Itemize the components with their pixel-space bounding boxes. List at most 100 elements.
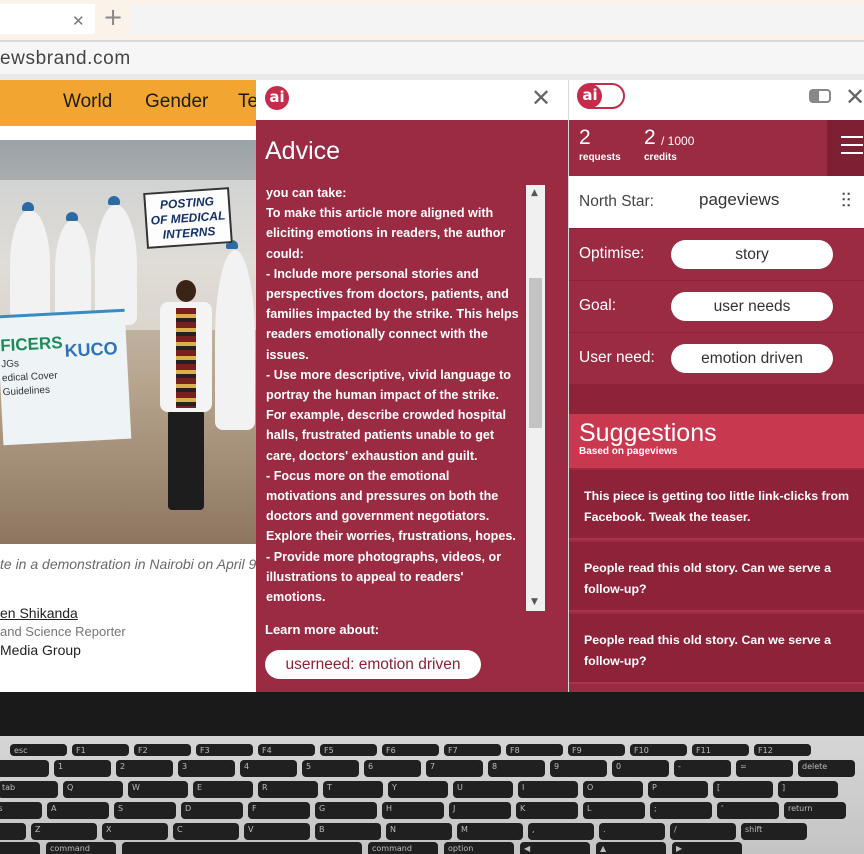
keyboard-key: 6 xyxy=(364,760,421,777)
keyboard-key: 2 xyxy=(116,760,173,777)
close-icon[interactable]: ✕ xyxy=(531,84,551,112)
keyboard-key: esc xyxy=(10,744,67,756)
address-bar[interactable]: ewsbrand.com xyxy=(0,42,864,74)
suggestion-item[interactable]: This piece is getting too little link-cl… xyxy=(569,470,864,540)
nav-item-te[interactable]: Te xyxy=(238,91,256,113)
suggestion-text: People read this old story. Can we serve… xyxy=(584,561,831,596)
keyboard-key: I xyxy=(518,781,578,798)
keyboard-key: F5 xyxy=(320,744,377,756)
laptop-keyboard: esc F1 F2 F3 F4 F5 F6 F7 F8 F9 F10 F11 F12 ` 123456789… xyxy=(0,736,864,854)
advice-text[interactable]: you can take: To make this article more … xyxy=(266,183,520,613)
keyboard-key: = xyxy=(736,760,793,777)
suggestions-header: Suggestions Based on pageviews xyxy=(569,414,864,468)
author-role: and Science Reporter xyxy=(0,624,126,639)
advice-scrollbar[interactable]: ▲ ▼ xyxy=(526,185,545,611)
credits-total: / 1000 xyxy=(661,134,695,148)
north-star-value[interactable]: pageviews xyxy=(699,190,779,210)
keyboard-key: F2 xyxy=(134,744,191,756)
keyboard-key: delete xyxy=(798,760,855,777)
keyboard-key: S xyxy=(114,802,176,819)
keyboard-key: F12 xyxy=(754,744,811,756)
close-icon[interactable]: ✕ xyxy=(845,83,864,111)
scrollbar-thumb[interactable] xyxy=(529,277,542,428)
requests-count: 2 xyxy=(579,126,591,149)
keyboard-key: L xyxy=(583,802,645,819)
keyboard-key: D xyxy=(181,802,243,819)
browser-tab[interactable]: ✕ xyxy=(0,4,95,34)
keyboard-key: Y xyxy=(388,781,448,798)
browser-tab-bar: ✕ + xyxy=(0,0,864,40)
plus-icon[interactable]: + xyxy=(103,3,123,31)
goal-label: Goal: xyxy=(579,297,617,314)
window-toggle-icon[interactable] xyxy=(809,89,831,103)
keyboard-key: Q xyxy=(63,781,123,798)
keyboard-key: F7 xyxy=(444,744,501,756)
optimise-label: Optimise: xyxy=(579,245,645,262)
author-name[interactable]: en Shikanda xyxy=(0,605,78,621)
user-need-label: User need: xyxy=(579,349,655,366)
protester-figure xyxy=(160,280,212,510)
advice-header: ai ✕ xyxy=(256,80,568,120)
scroll-down-icon[interactable]: ▼ xyxy=(531,597,538,607)
user-need-row: User need: emotion driven xyxy=(569,332,864,384)
keyboard-key: C xyxy=(173,823,239,840)
learn-more-link[interactable]: userneed: emotion driven xyxy=(265,650,481,679)
sliders-icon[interactable]: ⫶⫶ xyxy=(841,188,851,212)
keyboard-key: T xyxy=(323,781,383,798)
north-star-row: North Star: pageviews ⫶⫶ xyxy=(569,176,864,228)
close-icon[interactable]: ✕ xyxy=(72,12,85,30)
suggestion-item[interactable]: People read this old story. Can we serve… xyxy=(569,542,864,612)
keyboard-key: M xyxy=(457,823,523,840)
keyboard-key: H xyxy=(382,802,444,819)
photo-caption: te in a demonstration in Nairobi on Apri… xyxy=(0,556,256,572)
keyboard-key: shift xyxy=(741,823,807,840)
nav-item-world[interactable]: World xyxy=(63,91,112,113)
assistant-header: ai ✕ xyxy=(569,80,864,120)
learn-more-label: Learn more about: xyxy=(265,622,380,637)
article-photo: POSTING OF MEDICAL INTERNS FICERS KUCO J… xyxy=(0,140,256,544)
usage-stats: 2 requests 2 / 1000 credits xyxy=(569,120,864,176)
advice-panel: ai ✕ Advice you can take: To make this a… xyxy=(256,80,568,692)
keyboard-key: Z xyxy=(31,823,97,840)
keyboard-key: / xyxy=(670,823,736,840)
hamburger-icon xyxy=(841,136,863,138)
keyboard-key: E xyxy=(193,781,253,798)
keyboard-key: N xyxy=(386,823,452,840)
keyboard-key: 7 xyxy=(426,760,483,777)
scroll-up-icon[interactable]: ▲ xyxy=(531,188,538,198)
keyboard-key: F9 xyxy=(568,744,625,756)
optimise-select[interactable]: story xyxy=(671,240,833,269)
keyboard-key: F xyxy=(248,802,310,819)
keyboard-key: option xyxy=(0,842,40,854)
suggestion-item[interactable]: People read this old story. Can we serve… xyxy=(569,614,864,684)
keyboard-key: F4 xyxy=(258,744,315,756)
keyboard-key: ' xyxy=(717,802,779,819)
keyboard-key: [ xyxy=(713,781,773,798)
ai-logo-icon: ai xyxy=(578,84,602,108)
keyboard-key: - xyxy=(674,760,731,777)
keyboard-key: F3 xyxy=(196,744,253,756)
panel-divider xyxy=(569,384,864,414)
suggestion-text: This piece is getting too little link-cl… xyxy=(584,489,850,524)
url-text[interactable]: ewsbrand.com xyxy=(0,48,131,70)
menu-button[interactable] xyxy=(827,120,864,176)
keyboard-key xyxy=(122,842,362,854)
suggestions-title: Suggestions xyxy=(579,419,717,447)
tab-strip xyxy=(130,4,864,34)
goal-select[interactable]: user needs xyxy=(671,292,833,321)
suggestions-subtitle: Based on pageviews xyxy=(579,446,678,457)
keyboard-key: F8 xyxy=(506,744,563,756)
protest-sign: POSTING OF MEDICAL INTERNS xyxy=(143,187,233,249)
keyboard-key: K xyxy=(516,802,578,819)
keyboard-key: O xyxy=(583,781,643,798)
keyboard-key: ; xyxy=(650,802,712,819)
keyboard-key: . xyxy=(599,823,665,840)
assistant-toggle[interactable]: ai xyxy=(577,83,625,109)
optimise-row: Optimise: story xyxy=(569,228,864,280)
keyboard-key: ▲ xyxy=(596,842,666,854)
user-need-select[interactable]: emotion driven xyxy=(671,344,833,373)
keyboard-key: 5 xyxy=(302,760,359,777)
advice-title: Advice xyxy=(265,137,341,165)
keyboard-key: F1 xyxy=(72,744,129,756)
nav-item-gender[interactable]: Gender xyxy=(145,91,208,113)
